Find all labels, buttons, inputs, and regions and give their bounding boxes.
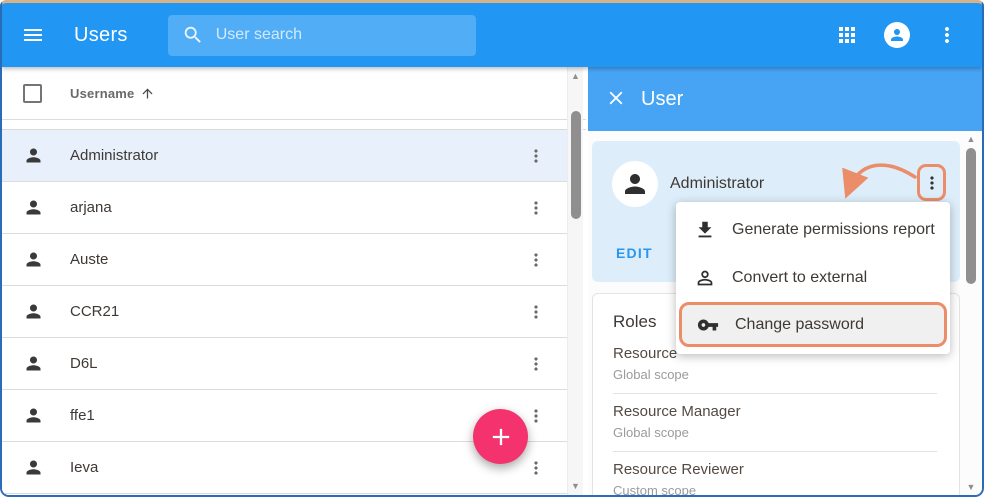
user-context-menu: Generate permissions report Convert to e…	[676, 202, 950, 354]
more-vert-icon[interactable]	[934, 22, 960, 48]
avatar	[612, 161, 658, 207]
username-label: CCR21	[70, 303, 119, 320]
scrollbar-thumb[interactable]	[571, 111, 581, 219]
row-more-vert-icon[interactable]	[526, 354, 546, 374]
row-more-vert-icon[interactable]	[526, 250, 546, 270]
person-icon	[23, 145, 44, 166]
search-icon	[182, 24, 204, 46]
role-scope: Custom scope	[613, 482, 937, 495]
menu-item-label: Convert to external	[732, 269, 867, 287]
search-input[interactable]	[216, 26, 446, 44]
username-label: D6L	[70, 355, 98, 372]
table-header: Username	[2, 67, 586, 120]
table-row[interactable]: Administrator	[2, 130, 568, 182]
scrollbar-thumb[interactable]	[966, 148, 976, 284]
account-circle-icon[interactable]	[884, 22, 910, 48]
person-icon	[23, 353, 44, 374]
left-scrollbar[interactable]: ▲ ▼	[567, 67, 583, 495]
username-label: Administrator	[70, 147, 158, 164]
user-name: Administrator	[670, 175, 764, 193]
table-spacer	[2, 120, 586, 130]
key-icon	[697, 314, 719, 336]
table-row[interactable]: CCR21	[2, 286, 568, 338]
detail-panel-title: User	[641, 88, 683, 111]
menu-item-label: Change password	[735, 316, 864, 334]
detail-panel-header: User	[588, 67, 982, 131]
user-search-box[interactable]	[168, 15, 476, 56]
person-icon	[23, 405, 44, 426]
user-card-more-vert-button[interactable]	[917, 164, 946, 201]
username-label: arjana	[70, 199, 112, 216]
arrow-up-icon[interactable]	[140, 86, 155, 101]
role-scope: Global scope	[613, 424, 937, 442]
page-title: Users	[74, 24, 128, 47]
edit-button[interactable]: EDIT	[616, 245, 653, 261]
role-name: Resource Reviewer	[613, 460, 937, 480]
add-user-button[interactable]	[473, 409, 528, 464]
user-detail-panel: User Administrator EDIT Roles Resourc	[588, 67, 982, 495]
row-more-vert-icon[interactable]	[526, 458, 546, 478]
close-icon[interactable]	[605, 87, 629, 111]
scroll-up-arrow[interactable]: ▲	[568, 69, 583, 83]
download-icon	[694, 219, 716, 241]
role-list-item: Resource Reviewer Custom scope	[613, 451, 937, 495]
person-icon	[23, 457, 44, 478]
person-outline-icon	[694, 267, 716, 289]
person-icon	[620, 169, 650, 199]
row-more-vert-icon[interactable]	[526, 198, 546, 218]
apps-grid-icon[interactable]	[834, 22, 860, 48]
column-header-username[interactable]: Username	[70, 86, 134, 101]
scroll-down-arrow[interactable]: ▼	[568, 479, 583, 493]
row-more-vert-icon[interactable]	[526, 406, 546, 426]
role-name: Resource Manager	[613, 402, 937, 422]
add-icon	[487, 423, 515, 451]
role-list-item: Resource Manager Global scope	[613, 393, 937, 451]
scroll-down-arrow[interactable]: ▼	[963, 480, 979, 494]
username-label: Auste	[70, 251, 108, 268]
username-label: Ieva	[70, 459, 98, 476]
context-menu-item[interactable]: Change password	[679, 302, 947, 347]
scroll-up-arrow[interactable]: ▲	[963, 132, 979, 146]
username-label: ffe1	[70, 407, 95, 424]
table-row[interactable]: Auste	[2, 234, 568, 286]
right-scrollbar[interactable]: ▲ ▼	[963, 131, 979, 495]
users-table-panel: Username Administrator arjana	[2, 67, 586, 495]
menu-item-label: Generate permissions report	[732, 221, 935, 239]
person-icon	[23, 301, 44, 322]
person-icon	[23, 249, 44, 270]
users-admin-window: Users Username	[0, 0, 984, 497]
table-row[interactable]: D6L	[2, 338, 568, 390]
table-row[interactable]: arjana	[2, 182, 568, 234]
row-more-vert-icon[interactable]	[526, 146, 546, 166]
context-menu-item[interactable]: Convert to external	[676, 254, 950, 302]
row-more-vert-icon[interactable]	[526, 302, 546, 322]
roles-list: Resource Global scope Resource Manager G…	[613, 336, 937, 495]
person-icon	[23, 197, 44, 218]
hamburger-menu-icon[interactable]	[20, 22, 46, 48]
role-scope: Global scope	[613, 366, 937, 384]
app-bar: Users	[2, 3, 982, 67]
detail-panel-content: Administrator EDIT Roles Resource Global…	[588, 131, 982, 495]
context-menu-item[interactable]: Generate permissions report	[676, 206, 950, 254]
select-all-checkbox[interactable]	[23, 84, 42, 103]
more-vert-icon	[922, 173, 942, 193]
